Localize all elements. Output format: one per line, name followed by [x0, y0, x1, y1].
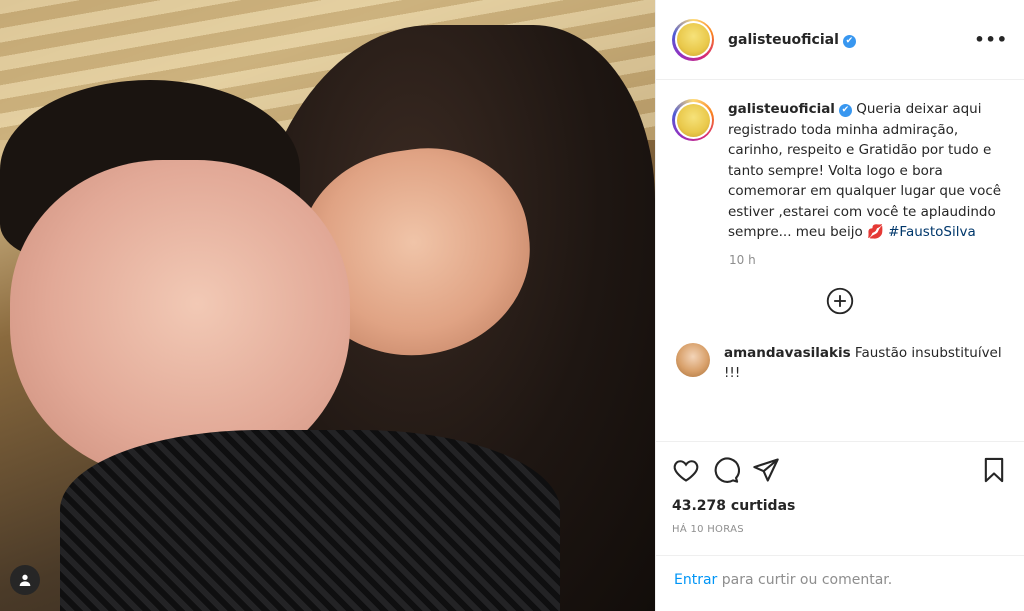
- login-text: para curtir ou comentar.: [721, 572, 893, 588]
- comments-section: galisteuoficial ✔ Queria deixar aqui regi…: [656, 81, 1024, 441]
- caption-avatar[interactable]: [672, 99, 714, 141]
- verified-icon: ✔: [842, 34, 856, 48]
- likes-count[interactable]: 43.278 curtidas: [672, 498, 1008, 514]
- tagged-user-button[interactable]: [10, 565, 40, 595]
- bookmark-icon[interactable]: [980, 456, 1008, 484]
- more-options-button[interactable]: •••: [974, 30, 1008, 49]
- login-link[interactable]: Entrar: [674, 572, 717, 588]
- comment-username[interactable]: amandavasilakis: [724, 345, 851, 361]
- post-timestamp[interactable]: HÁ 10 HORAS: [672, 524, 1008, 535]
- caption-username[interactable]: galisteuoficial: [728, 101, 835, 117]
- action-icons: [672, 456, 1008, 484]
- commenter-avatar[interactable]: [676, 342, 710, 377]
- photo-jacket: [60, 430, 560, 611]
- caption-time[interactable]: 10 h: [729, 253, 1008, 267]
- post-panel: galisteuoficial ✔ ••• galisteuoficial ✔ Qu…: [655, 0, 1024, 611]
- comment-icon[interactable]: [712, 456, 740, 484]
- plus-circle-icon: [826, 287, 854, 314]
- verified-icon: ✔: [838, 104, 852, 117]
- post-header: galisteuoficial ✔ •••: [656, 0, 1024, 80]
- header-username[interactable]: galisteuoficial ✔: [728, 32, 856, 48]
- caption-text-block: galisteuoficial ✔ Queria deixar aqui regi…: [728, 99, 1008, 243]
- hashtag-link[interactable]: #FaustoSilva: [888, 224, 976, 240]
- post-actions: 43.278 curtidas HÁ 10 HORAS: [656, 441, 1024, 535]
- comment-item: amandavasilakis Faustão insubstituível !…: [672, 342, 1008, 383]
- comment-text-block: amandavasilakis Faustão insubstituível !…: [724, 343, 1008, 383]
- user-icon: [19, 574, 31, 586]
- heart-icon[interactable]: [672, 456, 700, 484]
- load-more-comments-button[interactable]: [672, 287, 1008, 315]
- login-prompt: Entrar para curtir ou comentar.: [656, 555, 1024, 611]
- share-icon[interactable]: [752, 456, 780, 484]
- profile-avatar[interactable]: [672, 18, 714, 61]
- post-caption: galisteuoficial ✔ Queria deixar aqui regi…: [672, 99, 1008, 243]
- post-photo[interactable]: [0, 0, 655, 611]
- caption-text: Queria deixar aqui registrado toda minha…: [728, 101, 1002, 240]
